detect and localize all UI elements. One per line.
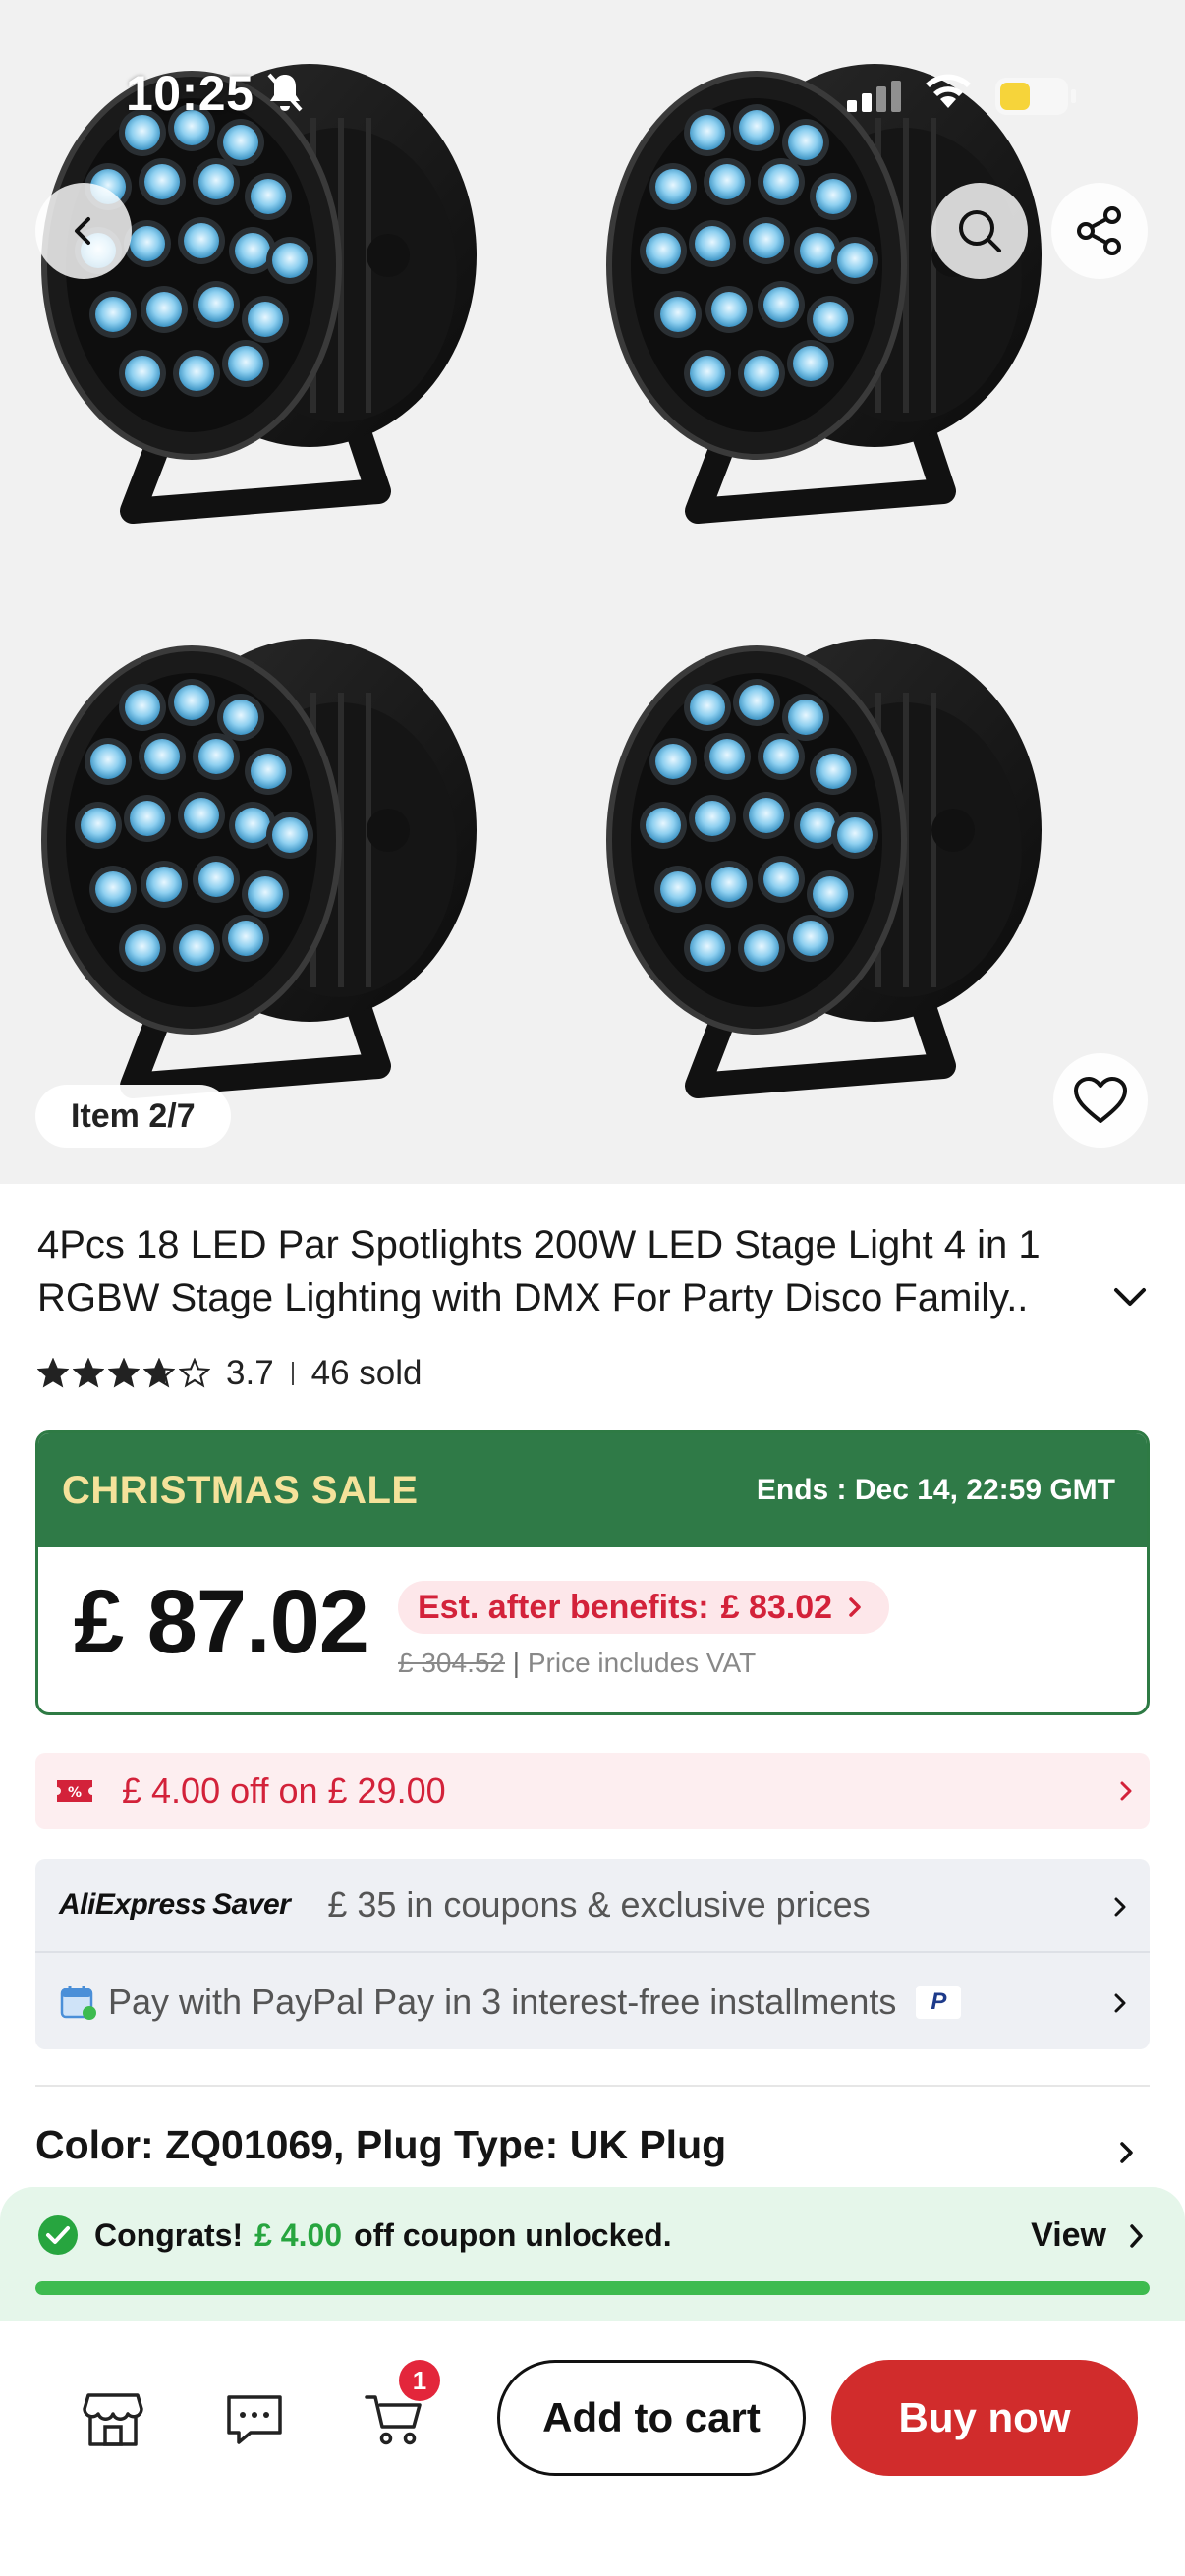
congrats-prefix: Congrats! [94, 2216, 244, 2253]
store-coupon-bar[interactable]: % £ 4.00 off on £ 29.00 [35, 1753, 1150, 1829]
star-icon [108, 1358, 140, 1388]
wifi-icon [926, 74, 971, 108]
search-button[interactable] [931, 183, 1028, 279]
gallery-item-counter: Item 2/7 [35, 1085, 231, 1148]
rating-row[interactable]: 3.7 46 sold [37, 1350, 423, 1397]
paypal-logo-icon: P [916, 1986, 962, 2019]
check-circle-icon [38, 2215, 78, 2255]
lamp-graphic [41, 639, 477, 1098]
status-time: 10:25 [126, 66, 254, 121]
status-bar: 10:25 [0, 0, 1185, 196]
coupon-icon: % [57, 1780, 92, 1802]
coupon-progress-bar [35, 2281, 1150, 2295]
bottom-action-bar: 1 Add to cart Buy now [0, 2321, 1185, 2576]
wishlist-button[interactable] [1053, 1053, 1148, 1148]
battery-icon [995, 78, 1076, 115]
section-divider [35, 2085, 1150, 2087]
svg-text:%: % [68, 1785, 82, 1801]
share-icon [1077, 206, 1121, 255]
chevron-right-icon [1120, 1781, 1132, 1801]
sale-end-time: Ends : Dec 14, 22:59 GMT [756, 1474, 1115, 1506]
chevron-left-icon [75, 217, 90, 245]
benefit-price: £ 83.02 [720, 1588, 833, 1626]
chat-icon [227, 2395, 282, 2444]
search-icon [959, 210, 1001, 252]
aliexpress-saver-logo: AliExpress Saver [59, 1888, 291, 1921]
paypal-installments-row[interactable]: Pay with PayPal Pay in 3 interest-free i… [35, 1955, 1150, 2049]
lamp-graphic [606, 639, 1042, 1098]
add-to-cart-button[interactable]: Add to cart [497, 2360, 806, 2476]
chevron-right-icon [1114, 1993, 1126, 2013]
star-icon [179, 1358, 210, 1388]
back-button[interactable] [35, 183, 132, 279]
view-label: View [1031, 2216, 1106, 2254]
chevron-right-icon [1120, 2142, 1133, 2163]
original-price-row: £ 304.52 | Price includes VAT [398, 1648, 757, 1678]
congrats-message: Congrats! £ 4.00 off coupon unlocked. [37, 2214, 672, 2256]
store-icon [83, 2393, 143, 2446]
benefit-price-pill[interactable]: Est. after benefits: £ 83.02 [398, 1581, 890, 1634]
original-price: £ 304.52 [398, 1648, 505, 1678]
saver-text: £ 35 in coupons & exclusive prices [327, 1884, 871, 1925]
chevron-right-icon [1114, 1897, 1126, 1917]
paypal-text: Pay with PayPal Pay in 3 interest-free i… [108, 1982, 897, 2022]
cart-count-badge: 1 [399, 2360, 440, 2401]
benefit-label: Est. after benefits: [418, 1588, 709, 1626]
star-icon [73, 1358, 104, 1388]
store-button[interactable] [79, 2385, 147, 2454]
chat-button[interactable] [220, 2385, 289, 2454]
sale-header: CHRISTMAS SALE Ends : Dec 14, 22:59 GMT [38, 1433, 1147, 1547]
chevron-right-icon [849, 1597, 861, 1617]
star-icon [37, 1358, 69, 1388]
aliexpress-saver-row[interactable]: AliExpress Saver £ 35 in coupons & exclus… [35, 1859, 1150, 1953]
view-coupon-link[interactable]: View [1031, 2216, 1146, 2255]
christmas-sale-price-card[interactable]: CHRISTMAS SALE Ends : Dec 14, 22:59 GMT … [35, 1430, 1150, 1715]
product-title[interactable]: 4Pcs 18 LED Par Spotlights 200W LED Stag… [37, 1218, 1108, 1324]
variant-selector[interactable]: Color: ZQ01069, Plug Type: UK Plug [35, 2122, 1150, 2181]
rating-value: 3.7 [226, 1354, 274, 1392]
heart-icon [1074, 1077, 1127, 1123]
progress-fill [35, 2281, 1150, 2295]
sale-label: CHRISTMAS SALE [62, 1468, 419, 1512]
signal-icon [847, 81, 901, 112]
congrats-suffix: off coupon unlocked. [354, 2216, 672, 2253]
share-button[interactable] [1051, 183, 1148, 279]
rating-separator [291, 1362, 294, 1385]
sold-count: 46 sold [310, 1354, 423, 1392]
star-icon [143, 1358, 175, 1388]
offers-panel: AliExpress Saver £ 35 in coupons & exclus… [35, 1859, 1150, 2049]
product-image-gallery[interactable]: 10:25 Item 2/7 [0, 0, 1185, 1184]
vat-note: Price includes VAT [527, 1648, 757, 1678]
silent-bell-icon [267, 73, 303, 112]
coupon-text: £ 4.00 off on £ 29.00 [122, 1770, 446, 1811]
expand-title-chevron-icon[interactable] [1110, 1283, 1150, 1311]
star-rating [37, 1358, 210, 1389]
coupon-unlocked-banner[interactable]: Congrats! £ 4.00 off coupon unlocked. Vi… [0, 2187, 1185, 2321]
current-price: £ 87.02 [74, 1572, 369, 1672]
variant-label: Color: ZQ01069, Plug Type: UK Plug [35, 2122, 727, 2167]
congrats-amount: £ 4.00 [254, 2216, 343, 2253]
chevron-right-icon [1130, 2223, 1143, 2248]
calendar-icon [60, 1986, 96, 2020]
buy-now-button[interactable]: Buy now [831, 2360, 1138, 2476]
